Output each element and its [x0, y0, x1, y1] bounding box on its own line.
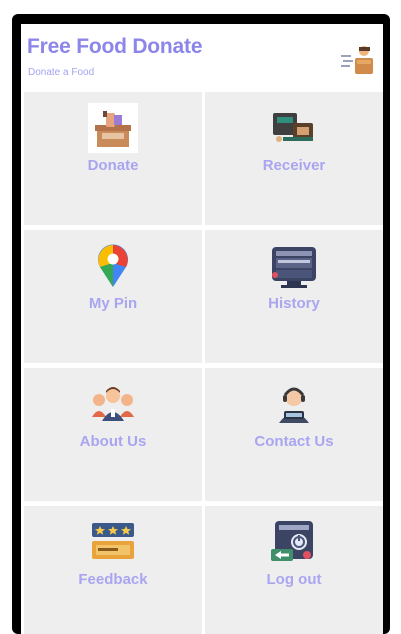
contact-us-label: Contact Us — [254, 433, 334, 450]
feedback-tile[interactable]: Feedback — [24, 506, 202, 634]
logout-screen-icon — [271, 521, 313, 561]
my-pin-label: My Pin — [88, 295, 138, 312]
my-pin-tile[interactable]: My Pin — [24, 230, 202, 363]
contact-us-tile[interactable]: Contact Us — [205, 368, 383, 501]
food-delivery-icon — [273, 113, 313, 142]
map-pin-icon — [98, 244, 128, 287]
about-us-label: About Us — [79, 433, 147, 450]
menu-grid: Donate Receiver My Pin History About Us … — [24, 92, 383, 634]
app-title: Free Food Donate — [27, 35, 203, 58]
donate-box-icon — [88, 103, 138, 153]
donate-label: Donate — [87, 157, 139, 174]
receiver-tile[interactable]: Receiver — [205, 92, 383, 225]
donate-tile[interactable]: Donate — [24, 92, 202, 225]
food-donor-icon — [337, 40, 379, 80]
app-screen: Free Food Donate Donate a Food Donate Re… — [21, 24, 383, 634]
team-people-icon — [92, 387, 134, 421]
logout-label: Log out — [266, 571, 322, 588]
app-header: Free Food Donate Donate a Food — [21, 24, 383, 90]
history-tile[interactable]: History — [205, 230, 383, 363]
support-agent-icon — [279, 387, 309, 423]
feedback-label: Feedback — [78, 571, 148, 588]
receiver-label: Receiver — [262, 157, 326, 174]
history-label: History — [268, 295, 320, 312]
app-subtitle: Donate a Food — [28, 67, 95, 78]
history-screen-icon — [272, 247, 316, 288]
rating-stars-icon — [92, 523, 134, 559]
logout-tile[interactable]: Log out — [205, 506, 383, 634]
about-us-tile[interactable]: About Us — [24, 368, 202, 501]
